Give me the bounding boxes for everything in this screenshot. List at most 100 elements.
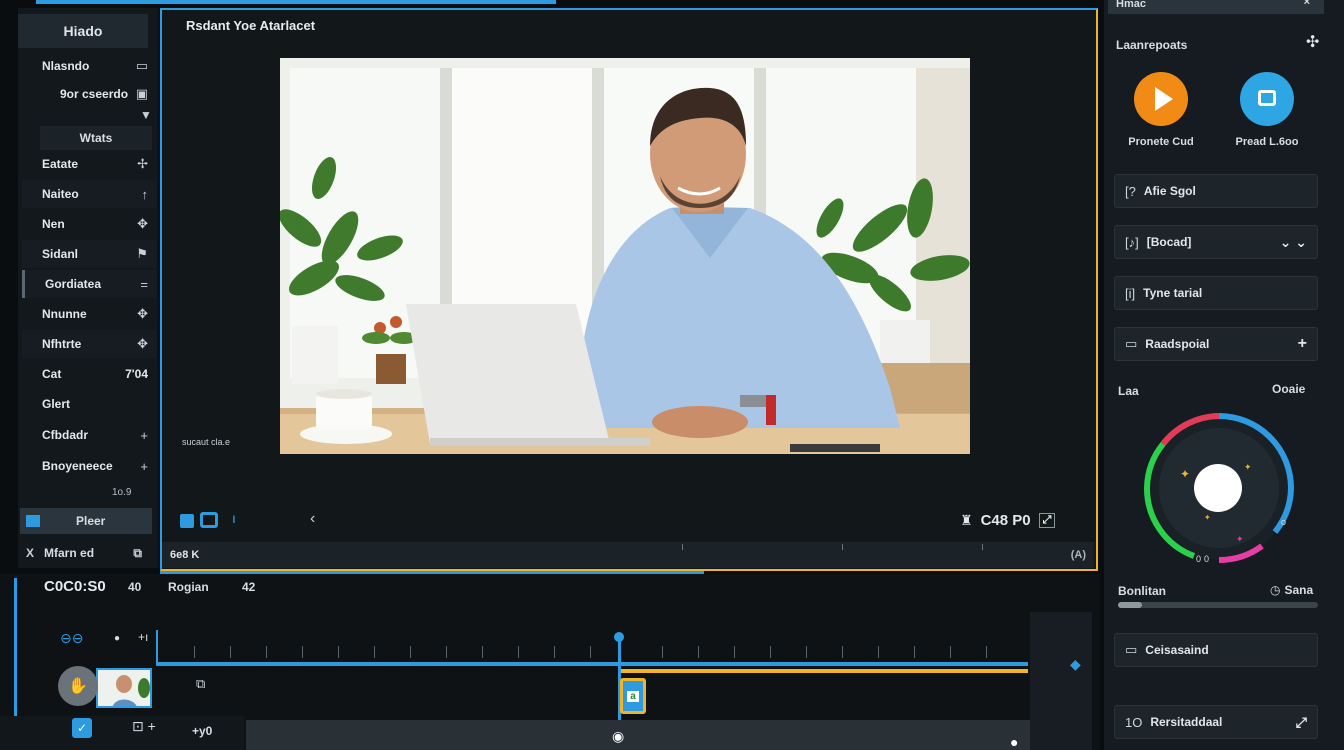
arrow-icon[interactable]: ↑ xyxy=(142,187,149,202)
property-field-2[interactable]: [i] Tyne tarial xyxy=(1114,276,1318,310)
place-button[interactable]: Pleer xyxy=(20,508,152,534)
row-value: +y0 xyxy=(192,724,213,738)
section-label: Wtats xyxy=(40,126,152,150)
property-field-3[interactable]: ▭ Raadspoial + xyxy=(1114,327,1318,361)
top-strip xyxy=(36,0,556,4)
slider-fill xyxy=(1118,602,1142,608)
sidebar-item-label: Eatate xyxy=(42,157,79,171)
close-icon[interactable]: × xyxy=(1304,0,1310,8)
move-icon[interactable]: ✥ xyxy=(137,216,148,232)
work-area-bar[interactable] xyxy=(620,669,1028,673)
sidebar-item-8[interactable]: Nnunne ✥ xyxy=(22,300,156,328)
clip-handle-icon[interactable]: ◉ xyxy=(612,728,624,745)
pin-icon[interactable]: ♜ xyxy=(960,512,973,529)
zoom-handle-icon[interactable]: ◆ xyxy=(1070,656,1081,673)
scissors-icon: X xyxy=(26,546,35,560)
move-icon[interactable]: ✥ xyxy=(137,306,148,322)
clip-marker[interactable]: a xyxy=(620,678,646,714)
save-icon: ▣ xyxy=(135,86,148,101)
video-frame-illustration xyxy=(280,58,970,454)
comment-icon: ▭ xyxy=(1125,642,1138,657)
camera-icon[interactable] xyxy=(200,512,218,528)
property-field-4[interactable]: ▭ Ceisasaind xyxy=(1114,633,1318,667)
sidebar-item-9[interactable]: Nfhtrte ✥ xyxy=(22,330,156,358)
brightness-slider[interactable] xyxy=(1118,602,1318,608)
sidebar-item-label: Nen xyxy=(42,217,65,231)
layers-icon: 1O xyxy=(1125,714,1143,730)
sidebar-item-12[interactable]: Cfbdadr + xyxy=(22,421,156,449)
add-track-icon[interactable]: +ı xyxy=(138,630,148,644)
marker-icon[interactable]: ı xyxy=(232,510,236,526)
sidebar-item-5[interactable]: Nen ✥ xyxy=(22,210,156,238)
sidebar-item-label: Cat xyxy=(42,367,62,381)
sidebar-item-3[interactable]: Eatate ✢ xyxy=(22,150,156,178)
svg-text:✦: ✦ xyxy=(1180,467,1190,481)
equals-icon[interactable]: = xyxy=(140,277,148,292)
chat-icon: ▭ xyxy=(135,58,148,73)
clip-thumbnail[interactable] xyxy=(96,668,152,708)
color-wheel[interactable]: ✦ ✦ ✦ ✦ 0 0 o xyxy=(1134,406,1304,576)
plus-icon[interactable]: + xyxy=(140,459,148,474)
section-title: Laanrepoats xyxy=(1116,38,1188,52)
media-bin-item[interactable]: X Mfarn ed ⧉ xyxy=(20,540,154,566)
sidebar-item-13[interactable]: Bnoyeneece + xyxy=(22,452,156,480)
sidebar-item-1[interactable]: 9or cseerdo ▣ xyxy=(22,80,156,108)
item-value: 7'04 xyxy=(125,367,148,381)
hand-icon[interactable]: ✋ xyxy=(58,666,98,706)
chevron-left-icon[interactable]: ‹ xyxy=(310,510,315,528)
track-value: 42 xyxy=(242,580,256,594)
sidebar-item-label: Naiteo xyxy=(42,187,79,201)
preview-video-frame[interactable] xyxy=(280,58,970,454)
plus-icon[interactable]: + xyxy=(140,428,148,443)
app-tile-0[interactable]: Pronete Cud xyxy=(1116,72,1206,148)
ruler-start-tick xyxy=(156,630,158,662)
sidebar-item-label: Cfbdadr xyxy=(42,428,88,442)
add-icon[interactable]: ✣ xyxy=(1306,32,1319,52)
plus-icon[interactable]: + xyxy=(1298,335,1307,353)
media-panel-header: Hiado xyxy=(18,14,148,48)
copy-icon[interactable]: ⧉ xyxy=(133,546,142,561)
timeline-track-line xyxy=(156,662,1028,666)
track-toggle[interactable]: ✓ xyxy=(72,718,92,738)
clock-icon: ◷ xyxy=(1270,583,1281,597)
sidebar-item-label: Nlasndo xyxy=(42,59,90,73)
preview-readout: ♜ C48 P0 ⤢ xyxy=(960,512,1056,529)
property-dropdown[interactable]: [♪] [Bocad] ⌄ ⌄ xyxy=(1114,225,1318,259)
preview-scrubber[interactable]: 6e8 K (A) xyxy=(162,542,1094,568)
property-field-5[interactable]: 1O Rersitaddaal ⤢ xyxy=(1114,705,1318,739)
plus-icon[interactable]: ✢ xyxy=(137,156,148,172)
sidebar-item-label: Bnoyeneece xyxy=(42,459,113,473)
timeline-ruler[interactable] xyxy=(154,630,1030,666)
property-field-0[interactable]: [? Afie Sgol xyxy=(1114,174,1318,208)
audio-icon: [♪] xyxy=(1125,234,1139,250)
app-tile-1[interactable]: Pread L.6oo xyxy=(1222,72,1312,148)
trim-icon[interactable]: ⧉ xyxy=(196,676,205,692)
fullscreen-icon[interactable]: ⤢ xyxy=(1038,513,1056,528)
sidebar-item-10[interactable]: Cat 7'04 xyxy=(22,360,156,388)
sidebar-item-6[interactable]: Sidanl ⚑ xyxy=(22,240,156,268)
move-icon[interactable]: ✥ xyxy=(137,336,148,352)
slider-label: Bonlitan xyxy=(1118,584,1166,598)
sidebar-item-7[interactable]: Gordiatea = xyxy=(22,270,156,298)
sidebar-item-label: Nnunne xyxy=(42,307,87,321)
record-icon[interactable] xyxy=(180,514,194,528)
image-icon xyxy=(26,515,40,527)
sidebar-item-11[interactable]: Glert xyxy=(22,390,156,418)
flag-icon[interactable]: ⚑ xyxy=(136,246,148,262)
sidebar-item-4[interactable]: Naiteo ↑ xyxy=(22,180,156,208)
corner-label: (A) xyxy=(1070,549,1086,561)
slider-right-control[interactable]: ◷ Sana xyxy=(1270,583,1313,597)
snap-icon[interactable]: ● xyxy=(114,633,120,644)
monitor-icon: ▭ xyxy=(1125,336,1138,351)
preview-title: Rsdant Yoe Atarlacet xyxy=(186,18,316,33)
sidebar-item-0[interactable]: Nlasndo ▭ xyxy=(22,52,156,80)
svg-text:o: o xyxy=(1281,517,1286,527)
expand-icon[interactable]: ⤢ xyxy=(1296,714,1307,731)
inspector-tab[interactable]: Hmac × xyxy=(1108,0,1324,14)
playback-toggle-icon[interactable]: ⊖⊖ xyxy=(60,630,83,647)
playhead-handle[interactable] xyxy=(614,632,624,642)
chevron-down-icon[interactable]: ⌄ ⌄ xyxy=(1280,234,1307,251)
add-clip-icon[interactable]: ⊡ + xyxy=(132,718,156,735)
end-handle-icon[interactable]: ● xyxy=(1010,734,1018,750)
sidebar-item-label: 9or cseerdo xyxy=(60,87,129,101)
